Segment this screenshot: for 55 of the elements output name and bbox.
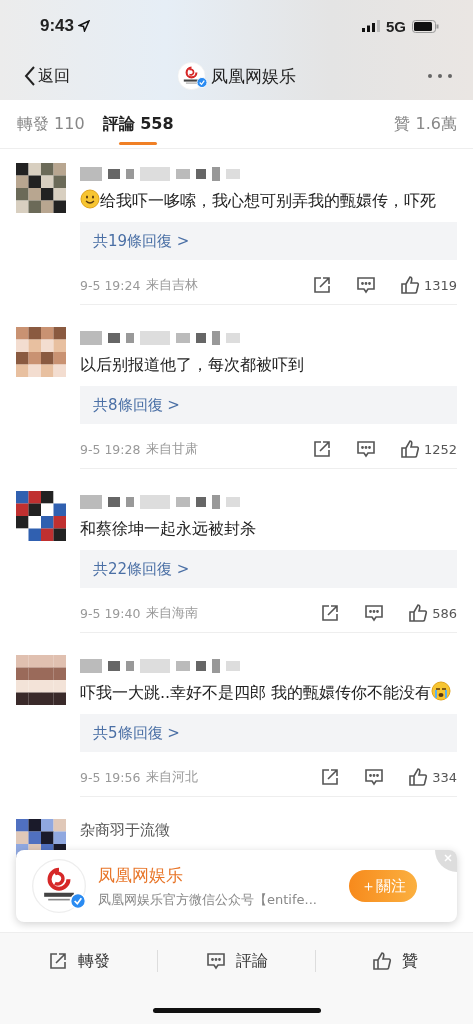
network-type: 5G	[386, 17, 406, 35]
like-button[interactable]: 586	[408, 603, 457, 623]
like-button[interactable]: 334	[408, 767, 457, 787]
comment-icon[interactable]	[355, 439, 376, 459]
smiley-emoji-icon	[80, 189, 100, 209]
comment-time: 9-5 19:56	[80, 769, 141, 785]
comment-time: 9-5 19:24	[80, 277, 141, 293]
comment-icon[interactable]	[355, 275, 376, 295]
comment-text: 吓我一大跳..幸好不是四郎 我的甄嬛传你不能没有	[80, 683, 432, 702]
like-button[interactable]: 贊	[316, 950, 473, 972]
tab[interactable]: 評論 558	[102, 100, 174, 148]
comment-location: 来自甘肃	[146, 440, 199, 458]
status-time: 9:43	[40, 16, 75, 36]
comment-button[interactable]: 評論	[158, 950, 315, 972]
location-arrow-icon	[78, 20, 91, 32]
thumbs-up-icon	[408, 603, 429, 623]
comment-time: 9-5 19:28	[80, 441, 141, 457]
repost-button[interactable]: 轉發	[0, 950, 157, 972]
tab[interactable]: 轉發 110	[17, 100, 85, 148]
share-icon	[47, 951, 68, 971]
replies-link[interactable]: 共5條回復 >	[80, 714, 457, 752]
replies-link[interactable]: 共19條回復 >	[80, 222, 457, 260]
chevron-left-icon	[24, 65, 36, 87]
comment-time: 9-5 19:40	[80, 605, 141, 621]
share-icon[interactable]	[320, 767, 341, 787]
share-icon[interactable]	[311, 439, 332, 459]
crying-emoji-icon	[431, 681, 452, 701]
likes-count[interactable]: 贊 1.6萬	[394, 113, 457, 135]
comment-text: 给我吓一哆嗦，我心想可别弄我的甄嬛传，吓死	[100, 191, 436, 210]
battery-icon	[412, 19, 439, 33]
account-title: 凤凰网娱乐	[211, 64, 296, 88]
thumbs-up-icon	[399, 275, 420, 295]
account-logo	[32, 859, 86, 913]
comment-icon	[205, 951, 226, 971]
back-button[interactable]: 返回	[24, 65, 70, 87]
more-icon[interactable]	[427, 73, 453, 79]
comment-text: 和蔡徐坤一起永远被封杀	[80, 519, 256, 538]
like-button[interactable]: 1252	[399, 439, 457, 459]
signal-icon	[362, 20, 380, 32]
username[interactable]: 杂商羽于流徵	[80, 819, 170, 841]
replies-link[interactable]: 共8條回復 >	[80, 386, 457, 424]
account-description: 凤凰网娱乐官方微信公众号【entife...	[98, 890, 318, 909]
comment-text: 以后别报道他了，每次都被吓到	[80, 355, 304, 374]
comment-icon[interactable]	[364, 603, 385, 623]
like-button[interactable]: 1319	[399, 275, 457, 295]
share-icon[interactable]	[320, 603, 341, 623]
comment-location: 来自海南	[146, 604, 199, 622]
thumbs-up-icon	[399, 439, 420, 459]
thumbs-up-icon	[371, 951, 392, 971]
share-icon[interactable]	[311, 275, 332, 295]
comment-location: 来自河北	[146, 768, 199, 786]
replies-link[interactable]: 共22條回復 >	[80, 550, 457, 588]
thumbs-up-icon	[408, 767, 429, 787]
comment-icon[interactable]	[364, 767, 385, 787]
comment-location: 来自吉林	[146, 276, 199, 294]
